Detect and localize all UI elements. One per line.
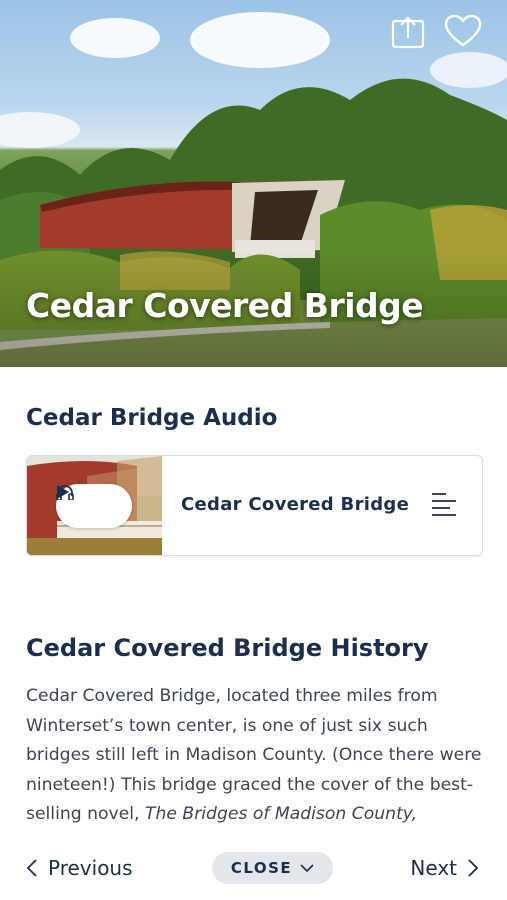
- chevron-right-icon: [468, 859, 479, 877]
- history-section-title: Cedar Covered Bridge History: [26, 634, 429, 662]
- playlist-button[interactable]: [430, 491, 464, 521]
- favorite-button[interactable]: [444, 14, 484, 54]
- share-button[interactable]: [390, 14, 430, 54]
- audio-thumbnail: [27, 456, 162, 555]
- heart-icon: [444, 14, 482, 47]
- audio-track-card[interactable]: Cedar Covered Bridge: [26, 455, 483, 556]
- chevron-down-icon: [300, 863, 314, 872]
- hero-image: Cedar Covered Bridge: [0, 0, 507, 367]
- close-button[interactable]: CLOSE: [212, 852, 333, 884]
- bottom-navigation: Previous CLOSE Next: [0, 838, 507, 900]
- book-title: The Bridges of Madison County,: [144, 804, 418, 824]
- audio-track-title: Cedar Covered Bridge: [181, 494, 410, 515]
- next-label: Next: [410, 856, 457, 880]
- next-button[interactable]: Next: [410, 856, 479, 880]
- close-label: CLOSE: [230, 859, 293, 877]
- previous-button[interactable]: Previous: [26, 856, 133, 880]
- share-icon: [391, 16, 425, 49]
- chevron-left-icon: [26, 859, 37, 877]
- previous-label: Previous: [48, 856, 133, 880]
- play-icon: [57, 485, 69, 499]
- history-body-text: Cedar Covered Bridge, located three mile…: [26, 682, 486, 830]
- page-title: Cedar Covered Bridge: [26, 286, 424, 325]
- list-icon: [432, 493, 456, 516]
- play-button[interactable]: [56, 484, 132, 528]
- audio-section-title: Cedar Bridge Audio: [26, 405, 278, 431]
